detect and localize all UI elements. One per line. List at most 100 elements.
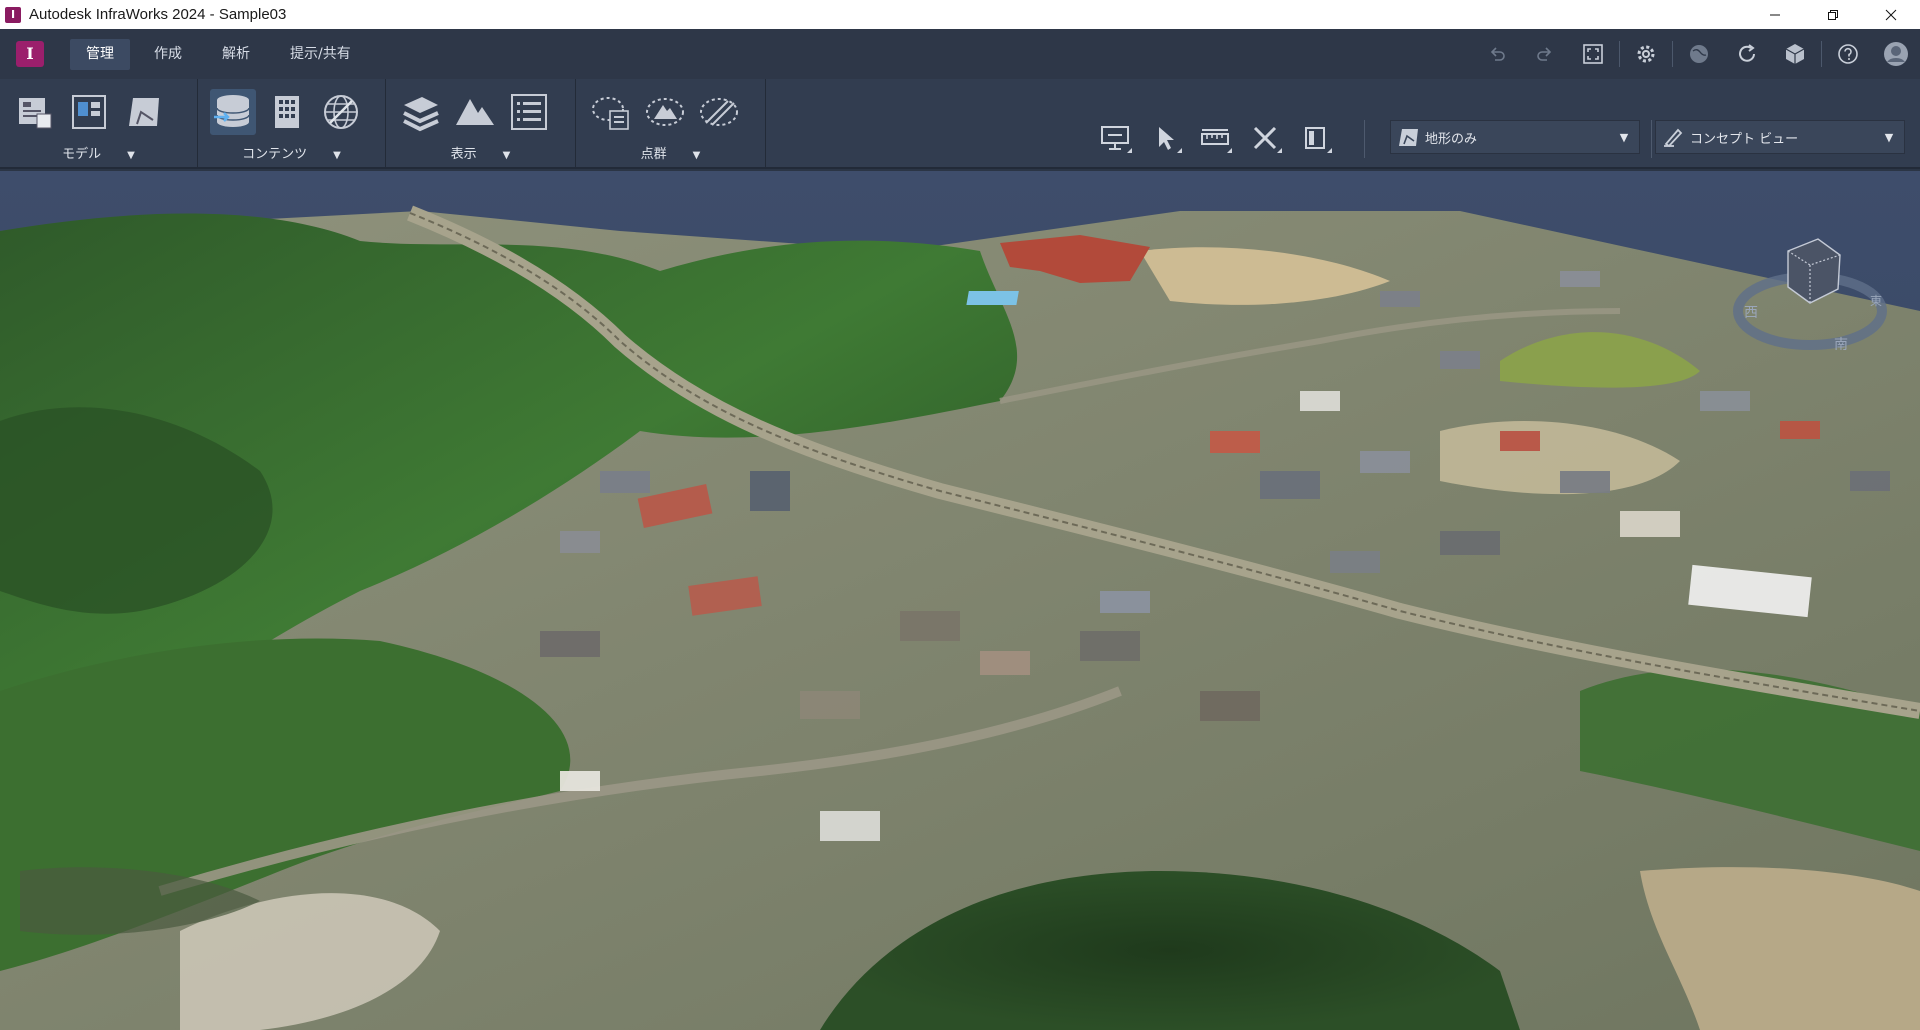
terrain-button[interactable] — [452, 89, 498, 135]
data-sources-icon — [214, 95, 250, 127]
globe-mesh-icon — [324, 95, 358, 129]
presentation-icon — [1101, 126, 1129, 150]
model-layout-button[interactable] — [66, 89, 112, 135]
view-style-dropdown[interactable]: コンセプト ビュー ▼ — [1655, 120, 1905, 154]
viewcube-cube — [1787, 238, 1841, 304]
buildings-grid-icon — [275, 96, 299, 128]
select-icon — [1159, 127, 1174, 150]
panel-display-label[interactable]: 表示 ▼ — [386, 143, 575, 162]
undo-button[interactable] — [1473, 29, 1521, 79]
window-title: Autodesk InfraWorks 2024 - Sample03 — [29, 6, 287, 23]
model-explorer-button[interactable] — [12, 89, 58, 135]
ribbon-divider — [1651, 120, 1652, 158]
globe-icon — [1690, 45, 1708, 63]
pointcloud-lines-icon — [700, 98, 738, 126]
model-surface-button[interactable] — [120, 89, 166, 135]
settings-button[interactable] — [1622, 29, 1670, 79]
restore-button[interactable] — [1804, 0, 1862, 29]
redo-icon — [1537, 47, 1552, 61]
panel-content: コンテンツ ▼ — [198, 79, 386, 167]
model-layout-icon — [72, 95, 106, 129]
tab-create[interactable]: 作成 — [138, 39, 198, 70]
pool — [966, 291, 1019, 305]
close-icon — [1885, 9, 1897, 20]
terrain-scene — [0, 171, 1920, 1030]
sync-button[interactable] — [1723, 29, 1771, 79]
model-explorer-icon — [19, 98, 52, 129]
view-style-dropdown-value: コンセプト ビュー — [1690, 131, 1799, 147]
window-title-bar: I Autodesk InfraWorks 2024 - Sample03 — [0, 0, 1920, 29]
chevron-down-icon: ▼ — [1884, 130, 1894, 144]
chevron-down-icon: ▼ — [1619, 130, 1629, 144]
restore-icon — [1828, 9, 1838, 20]
navigation-tools — [1094, 120, 1336, 156]
toolbar-divider — [1821, 41, 1822, 67]
panel-pointcloud-label[interactable]: 点群 ▼ — [576, 143, 765, 162]
3d-viewport[interactable]: 西 南 東 — [0, 171, 1920, 1030]
model-cube-button[interactable] — [1771, 29, 1819, 79]
redo-button[interactable] — [1521, 29, 1569, 79]
infraworks-logo-icon[interactable]: I — [16, 41, 44, 67]
layers-icon — [403, 97, 439, 132]
settings-icon — [1637, 45, 1655, 63]
help-button[interactable] — [1824, 29, 1872, 79]
panel-model-label[interactable]: モデル ▼ — [0, 143, 197, 162]
list-button[interactable] — [506, 89, 552, 135]
window-controls — [1746, 0, 1920, 29]
app-logo-icon: I — [5, 6, 21, 23]
ribbon-tabs: 管理 作成 解析 提示/共有 — [70, 39, 375, 70]
compass-west-label: 西 — [1744, 305, 1758, 321]
menu-bar: I 管理 作成 解析 提示/共有 — [0, 29, 1920, 79]
panel-tool-button[interactable] — [1294, 120, 1336, 156]
model-surface-icon — [129, 98, 159, 126]
panel-display: 表示 ▼ — [386, 79, 576, 167]
pointcloud-terrain-button[interactable] — [642, 89, 688, 135]
measure-icon — [1201, 129, 1229, 145]
minimize-button[interactable] — [1746, 0, 1804, 29]
tab-analyze[interactable]: 解析 — [206, 39, 266, 70]
user-account-button[interactable] — [1872, 29, 1920, 79]
tools-icon — [1253, 126, 1277, 150]
tab-manage[interactable]: 管理 — [70, 39, 130, 70]
ribbon-divider — [1364, 120, 1365, 158]
pointcloud-lines-button[interactable] — [696, 89, 742, 135]
select-tool-button[interactable] — [1144, 120, 1186, 156]
surface-dropdown[interactable]: 地形のみ ▼ — [1390, 120, 1640, 154]
fullscreen-icon — [1583, 44, 1603, 64]
surface-icon — [1391, 121, 1425, 153]
buildings-grid-button[interactable] — [264, 89, 310, 135]
help-icon — [1838, 44, 1858, 64]
panel-model: モデル ▼ — [0, 79, 198, 167]
compass-east-label: 東 — [1870, 294, 1882, 308]
tab-present-share[interactable]: 提示/共有 — [274, 39, 367, 70]
globe-button[interactable] — [1675, 29, 1723, 79]
presentation-tool-button[interactable] — [1094, 120, 1136, 156]
pointcloud-region-button[interactable] — [588, 89, 634, 135]
quick-access-toolbar — [1473, 29, 1920, 79]
data-sources-button[interactable] — [210, 89, 256, 135]
undo-icon — [1490, 47, 1505, 61]
toolbar-divider — [1672, 41, 1673, 67]
user-icon — [1884, 42, 1908, 66]
panel-icon — [1305, 127, 1325, 149]
close-button[interactable] — [1862, 0, 1920, 29]
toolbar-divider — [1619, 41, 1620, 67]
compass-south-label: 南 — [1834, 337, 1848, 353]
list-icon — [511, 94, 547, 130]
viewcube[interactable]: 西 南 東 — [1730, 231, 1890, 361]
pointcloud-terrain-icon — [646, 98, 684, 126]
measure-tool-button[interactable] — [1194, 120, 1236, 156]
minimize-icon — [1770, 14, 1780, 15]
cube-icon — [1785, 44, 1805, 64]
panel-pointcloud: 点群 ▼ — [576, 79, 766, 167]
layers-button[interactable] — [398, 89, 444, 135]
fullscreen-button[interactable] — [1569, 29, 1617, 79]
ribbon: モデル ▼ コンテンツ ▼ 表示 ▼ 点群 ▼ 地形のみ ▼ コンセプト ビュー… — [0, 79, 1920, 169]
pointcloud-region-icon — [592, 97, 629, 130]
pen-icon — [1656, 121, 1690, 153]
tools-button[interactable] — [1244, 120, 1286, 156]
sync-icon — [1739, 44, 1755, 62]
globe-mesh-button[interactable] — [318, 89, 364, 135]
surface-dropdown-value: 地形のみ — [1425, 131, 1478, 147]
panel-content-label[interactable]: コンテンツ ▼ — [198, 143, 385, 162]
